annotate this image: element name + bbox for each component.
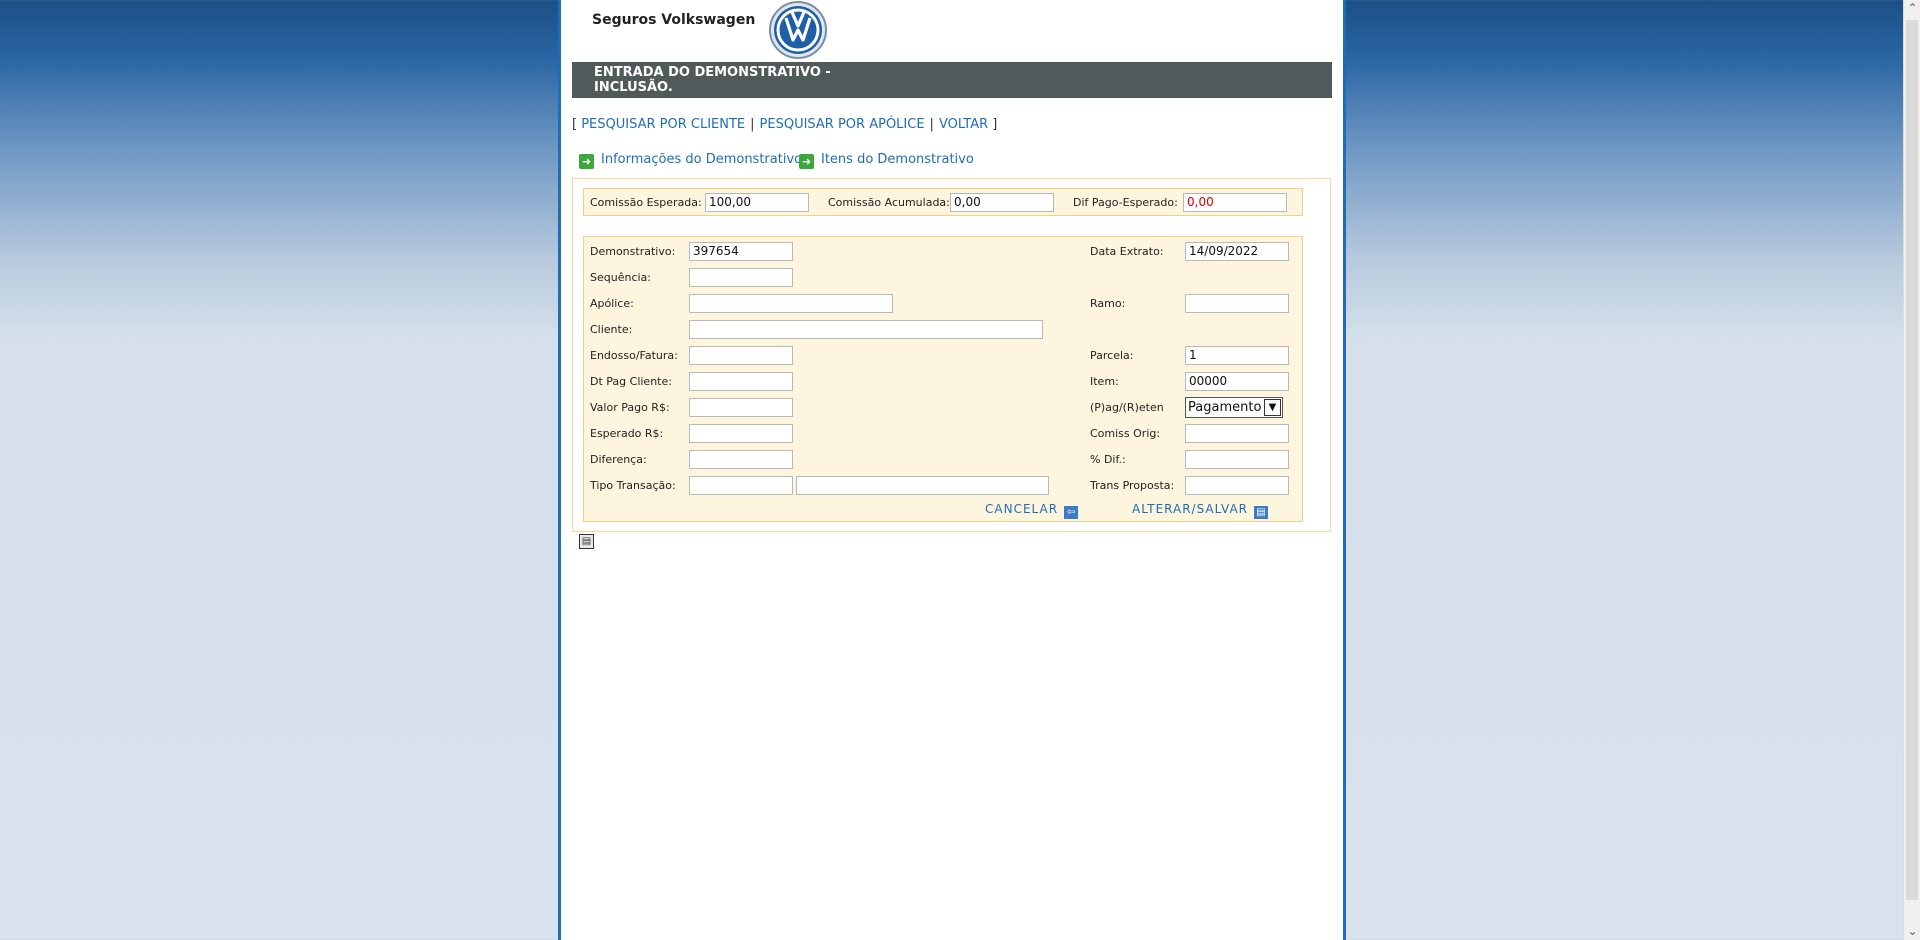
vw-logo	[769, 1, 827, 59]
nav-separator: |	[750, 117, 755, 132]
dif-pago-esperado-field[interactable]: 0,00	[1183, 193, 1287, 212]
tipo-transacao-description-field[interactable]	[796, 476, 1049, 495]
brand-name: Seguros Volkswagen	[592, 12, 756, 28]
endosso-field[interactable]	[689, 346, 793, 365]
diferenca-field[interactable]	[689, 450, 793, 469]
floppy-disk-icon[interactable]: ▤	[579, 534, 594, 549]
parcela-field[interactable]: 1	[1185, 346, 1289, 365]
arrow-left-icon: ⇦	[1064, 506, 1079, 519]
comiss-orig-label: Comiss Orig:	[1090, 427, 1161, 440]
valor-pago-field[interactable]	[689, 398, 793, 417]
open-bracket: [	[572, 117, 578, 132]
diferenca-label: Diferença:	[590, 453, 647, 466]
item-field[interactable]: 00000	[1185, 372, 1289, 391]
cliente-label: Cliente:	[590, 323, 633, 336]
pct-dif-field[interactable]	[1185, 450, 1289, 469]
comissao-esperada-field[interactable]: 100,00	[705, 193, 809, 212]
apolice-label: Apólice:	[590, 297, 634, 310]
esperado-label: Esperado R$:	[590, 427, 664, 440]
item-label: Item:	[1090, 375, 1119, 388]
tab-informacoes-label: Informações do Demonstrativo	[601, 152, 803, 167]
scroll-up-icon[interactable]: ⌃	[1904, 0, 1920, 17]
cancel-button[interactable]: CANCELAR ⇦	[985, 502, 1079, 519]
demonstrativo-label: Demonstrativo:	[590, 245, 676, 258]
ramo-field[interactable]	[1185, 294, 1289, 313]
demonstrativo-field[interactable]: 397654	[689, 242, 793, 261]
comissao-acumulada-label: Comissão Acumulada:	[828, 196, 950, 209]
comissao-esperada-label: Comissão Esperada:	[590, 196, 702, 209]
dif-pago-esperado-label: Dif Pago-Esperado:	[1073, 196, 1178, 209]
close-bracket: ]	[992, 117, 998, 132]
dt-pag-cliente-label: Dt Pag Cliente:	[590, 375, 672, 388]
parcela-label: Parcela:	[1090, 349, 1134, 362]
chevron-down-icon: ▼	[1264, 399, 1281, 416]
page-title-line2: INCLUSÃO.	[594, 80, 673, 95]
page-title: ENTRADA DO DEMONSTRATIVO - INCLUSÃO.	[572, 62, 1332, 98]
search-by-client-link[interactable]: PESQUISAR POR CLIENTE	[581, 117, 745, 132]
valor-pago-label: Valor Pago R$:	[590, 401, 670, 414]
tipo-transacao-label: Tipo Transação:	[590, 479, 676, 492]
sequencia-label: Sequência:	[590, 271, 651, 284]
comiss-orig-field[interactable]	[1185, 424, 1289, 443]
cliente-field[interactable]	[689, 320, 1043, 339]
arrow-right-icon: ➜	[579, 154, 594, 169]
tab-informacoes[interactable]: ➜ Informações do Demonstrativo	[579, 152, 802, 169]
save-button-label: ALTERAR/SALVAR	[1132, 502, 1248, 516]
esperado-field[interactable]	[689, 424, 793, 443]
scroll-down-icon[interactable]: ⌄	[1904, 923, 1920, 940]
comissao-acumulada-field[interactable]: 0,00	[950, 193, 1054, 212]
search-by-policy-link[interactable]: PESQUISAR POR APÓLICE	[760, 117, 925, 132]
endosso-label: Endosso/Fatura:	[590, 349, 678, 362]
trans-proposta-field[interactable]	[1185, 476, 1289, 495]
nav-separator: |	[929, 117, 934, 132]
nav-links: [ PESQUISAR POR CLIENTE | PESQUISAR POR AP…	[572, 117, 997, 132]
cancel-button-label: CANCELAR	[985, 502, 1059, 516]
vertical-scrollbar[interactable]: ⌃ ⌄	[1903, 0, 1920, 940]
pct-dif-label: % Dif.:	[1090, 453, 1126, 466]
tab-itens[interactable]: ➜ Itens do Demonstrativo	[799, 152, 974, 169]
sequencia-field[interactable]	[689, 268, 793, 287]
dt-pag-cliente-field[interactable]	[689, 372, 793, 391]
pag-reten-selected: Pagamento	[1188, 400, 1262, 415]
floppy-disk-icon: ▤	[1254, 506, 1268, 519]
trans-proposta-label: Trans Proposta:	[1090, 479, 1175, 492]
scrollbar-thumb[interactable]	[1906, 20, 1918, 900]
data-extrato-label: Data Extrato:	[1090, 245, 1164, 258]
back-link[interactable]: VOLTAR	[939, 117, 988, 132]
pag-reten-select[interactable]: Pagamento ▼	[1185, 397, 1283, 418]
apolice-field[interactable]	[689, 294, 893, 313]
save-button[interactable]: ALTERAR/SALVAR ▤	[1132, 502, 1268, 519]
pag-reten-label: (P)ag/(R)eten	[1090, 401, 1164, 414]
data-extrato-field[interactable]: 14/09/2022	[1185, 242, 1289, 261]
tipo-transacao-code-field[interactable]	[689, 476, 793, 495]
page-title-line1: ENTRADA DO DEMONSTRATIVO -	[594, 65, 831, 80]
ramo-label: Ramo:	[1090, 297, 1126, 310]
tab-itens-label: Itens do Demonstrativo	[821, 152, 974, 167]
arrow-right-icon: ➜	[799, 154, 814, 169]
